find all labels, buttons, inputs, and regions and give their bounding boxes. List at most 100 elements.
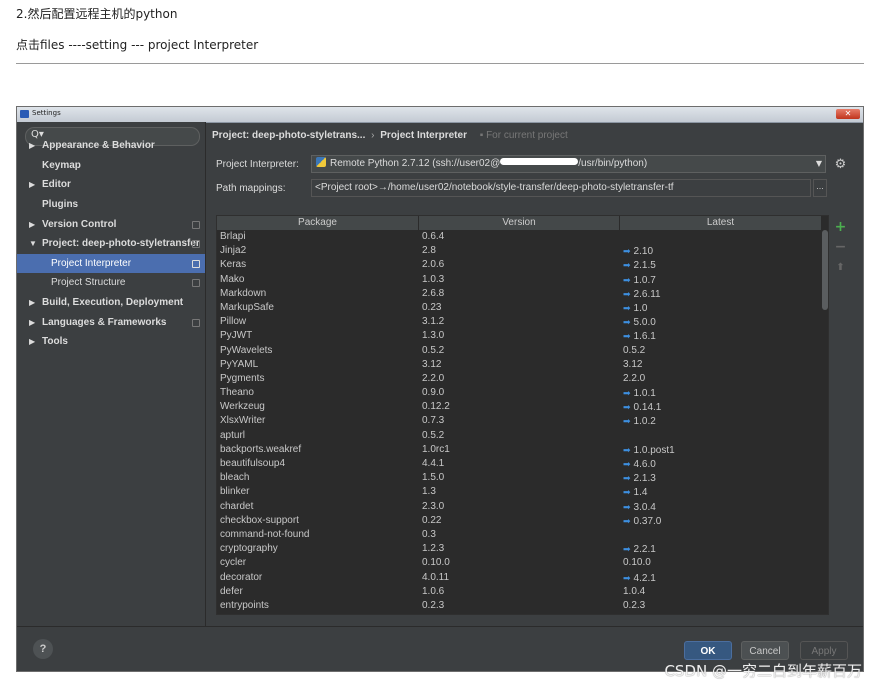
package-latest-value: 0.10.0 bbox=[623, 557, 651, 569]
title-bar: Settings ✕ bbox=[17, 107, 863, 123]
apply-button[interactable]: Apply bbox=[800, 641, 848, 660]
sidebar-item-label: Tools bbox=[42, 336, 68, 347]
project-scope-icon bbox=[192, 319, 200, 327]
table-row[interactable]: MarkupSafe 0.23 ➡ 1.0 bbox=[217, 301, 821, 315]
sidebar-item[interactable]: ▼ Project: deep-photo-styletransfer bbox=[17, 234, 205, 253]
table-row[interactable]: apturl 0.5.2 bbox=[217, 429, 821, 443]
interpreter-select[interactable]: Remote Python 2.7.12 (ssh://user02@ /usr/… bbox=[311, 155, 826, 173]
sidebar-item[interactable]: Project Structure bbox=[17, 273, 205, 292]
package-version: 2.2.0 bbox=[422, 372, 445, 384]
package-latest: ➡ 3.0.4 bbox=[623, 500, 656, 515]
upgrade-arrow-icon: ➡ bbox=[623, 246, 631, 257]
upgrade-arrow-icon: ➡ bbox=[623, 317, 631, 328]
package-latest: 0.5.2 bbox=[623, 344, 645, 358]
package-latest: ➡ 2.1.5 bbox=[623, 258, 656, 273]
sidebar-item-label: Appearance & Behavior bbox=[42, 140, 155, 151]
header-version[interactable]: Version bbox=[419, 216, 620, 230]
package-version: 1.0rc1 bbox=[422, 443, 450, 455]
ok-button[interactable]: OK bbox=[684, 641, 732, 660]
project-scope-icon bbox=[192, 221, 200, 229]
upgrade-package-button[interactable]: ⬆ bbox=[832, 259, 849, 276]
gear-icon[interactable]: ⚙ bbox=[832, 156, 849, 173]
package-latest-value: 0.14.1 bbox=[633, 402, 662, 414]
package-version: 3.12 bbox=[422, 358, 442, 370]
chevron-right-icon[interactable]: ▶ bbox=[29, 293, 35, 312]
package-name: bleach bbox=[220, 472, 250, 484]
package-name: Mako bbox=[220, 273, 245, 285]
remove-package-button[interactable]: − bbox=[832, 239, 849, 256]
table-row[interactable]: PyJWT 1.3.0 ➡ 1.6.1 bbox=[217, 329, 821, 343]
package-latest: ➡ 2.6.11 bbox=[623, 287, 661, 302]
sidebar-item[interactable]: ▶ Languages & Frameworks bbox=[17, 313, 205, 332]
package-name: defer bbox=[220, 585, 243, 597]
chevron-right-icon[interactable]: ▶ bbox=[29, 313, 35, 332]
table-row[interactable]: cycler 0.10.0 0.10.0 bbox=[217, 556, 821, 570]
table-row[interactable]: XlsxWriter 0.7.3 ➡ 1.0.2 bbox=[217, 414, 821, 428]
header-package[interactable]: Package bbox=[217, 216, 419, 230]
project-scope-icon bbox=[192, 279, 200, 287]
table-row[interactable]: Pygments 2.2.0 2.2.0 bbox=[217, 372, 821, 386]
table-row[interactable]: beautifulsoup4 4.4.1 ➡ 4.6.0 bbox=[217, 457, 821, 471]
sidebar-item[interactable]: Project Interpreter bbox=[17, 254, 205, 273]
table-row[interactable]: decorator 4.0.11 ➡ 4.2.1 bbox=[217, 571, 821, 585]
table-row[interactable]: Jinja2 2.8 ➡ 2.10 bbox=[217, 244, 821, 258]
package-latest-value: 1.0.post1 bbox=[633, 444, 675, 456]
package-latest-value: 2.10 bbox=[633, 246, 654, 258]
table-row[interactable]: cryptography 1.2.3 ➡ 2.2.1 bbox=[217, 542, 821, 556]
path-mappings-field[interactable]: <Project root>→/home/user02/notebook/sty… bbox=[311, 179, 811, 197]
table-row[interactable]: Brlapi 0.6.4 bbox=[217, 230, 821, 244]
chevron-right-icon[interactable]: ▶ bbox=[29, 332, 35, 351]
table-row[interactable]: chardet 2.3.0 ➡ 3.0.4 bbox=[217, 500, 821, 514]
path-mappings-browse-button[interactable]: ... bbox=[813, 179, 827, 197]
table-scrollbar[interactable] bbox=[821, 230, 828, 614]
path-mappings-label: Path mappings: bbox=[216, 183, 286, 194]
sidebar-item-label: Keymap bbox=[42, 160, 81, 171]
sidebar-item[interactable]: Keymap bbox=[17, 156, 205, 175]
sidebar-item[interactable]: Plugins bbox=[17, 195, 205, 214]
package-latest-value: 2.1.3 bbox=[633, 473, 656, 485]
close-button[interactable]: ✕ bbox=[836, 109, 860, 119]
sidebar-item[interactable]: ▶ Appearance & Behavior bbox=[17, 136, 205, 155]
table-row[interactable]: PyWavelets 0.5.2 0.5.2 bbox=[217, 344, 821, 358]
help-button[interactable]: ? bbox=[33, 639, 53, 659]
chevron-right-icon[interactable]: ▶ bbox=[29, 175, 35, 194]
table-row[interactable]: defer 1.0.6 1.0.4 bbox=[217, 585, 821, 599]
sidebar-item[interactable]: ▶ Tools bbox=[17, 332, 205, 351]
table-row[interactable]: checkbox-support 0.22 ➡ 0.37.0 bbox=[217, 514, 821, 528]
cancel-button[interactable]: Cancel bbox=[741, 641, 789, 660]
package-name: cycler bbox=[220, 557, 247, 569]
table-row[interactable]: bleach 1.5.0 ➡ 2.1.3 bbox=[217, 471, 821, 485]
table-row[interactable]: entrypoints 0.2.3 0.2.3 bbox=[217, 599, 821, 613]
chevron-right-icon[interactable]: ▶ bbox=[29, 136, 35, 155]
sidebar-item[interactable]: ▶ Version Control bbox=[17, 215, 205, 234]
package-version: 0.22 bbox=[422, 514, 442, 526]
table-row[interactable]: command-not-found 0.3 bbox=[217, 528, 821, 542]
package-latest: 2.2.0 bbox=[623, 372, 645, 386]
python-icon bbox=[316, 157, 326, 167]
sidebar-item-label: Build, Execution, Deployment bbox=[42, 297, 184, 308]
add-package-button[interactable]: + bbox=[832, 219, 849, 236]
table-row[interactable]: Pillow 3.1.2 ➡ 5.0.0 bbox=[217, 315, 821, 329]
header-latest[interactable]: Latest bbox=[620, 216, 821, 230]
package-latest-value: 0.5.2 bbox=[623, 344, 646, 356]
package-name: PyWavelets bbox=[220, 344, 273, 356]
package-version: 1.3.0 bbox=[422, 330, 445, 342]
sidebar-item[interactable]: ▶ Editor bbox=[17, 175, 205, 194]
chevron-down-icon[interactable]: ▼ bbox=[29, 234, 37, 253]
chevron-right-icon[interactable]: ▶ bbox=[29, 215, 35, 234]
table-row[interactable]: Keras 2.0.6 ➡ 2.1.5 bbox=[217, 258, 821, 272]
sidebar-item[interactable]: ▶ Build, Execution, Deployment bbox=[17, 293, 205, 312]
table-row[interactable]: PyYAML 3.12 3.12 bbox=[217, 358, 821, 372]
table-row[interactable]: Mako 1.0.3 ➡ 1.0.7 bbox=[217, 273, 821, 287]
table-row[interactable]: blinker 1.3 ➡ 1.4 bbox=[217, 485, 821, 499]
package-name: beautifulsoup4 bbox=[220, 458, 286, 469]
dropdown-arrow-icon[interactable]: ▼ bbox=[813, 156, 825, 172]
window-title: Settings bbox=[32, 109, 61, 117]
package-version: 0.6.4 bbox=[422, 231, 445, 242]
table-row[interactable]: backports.weakref 1.0rc1 ➡ 1.0.post1 bbox=[217, 443, 821, 457]
table-row[interactable]: Werkzeug 0.12.2 ➡ 0.14.1 bbox=[217, 400, 821, 414]
package-name: Werkzeug bbox=[220, 401, 265, 413]
table-row[interactable]: Theano 0.9.0 ➡ 1.0.1 bbox=[217, 386, 821, 400]
table-row[interactable]: Markdown 2.6.8 ➡ 2.6.11 bbox=[217, 287, 821, 301]
scrollbar-thumb[interactable] bbox=[822, 230, 828, 310]
